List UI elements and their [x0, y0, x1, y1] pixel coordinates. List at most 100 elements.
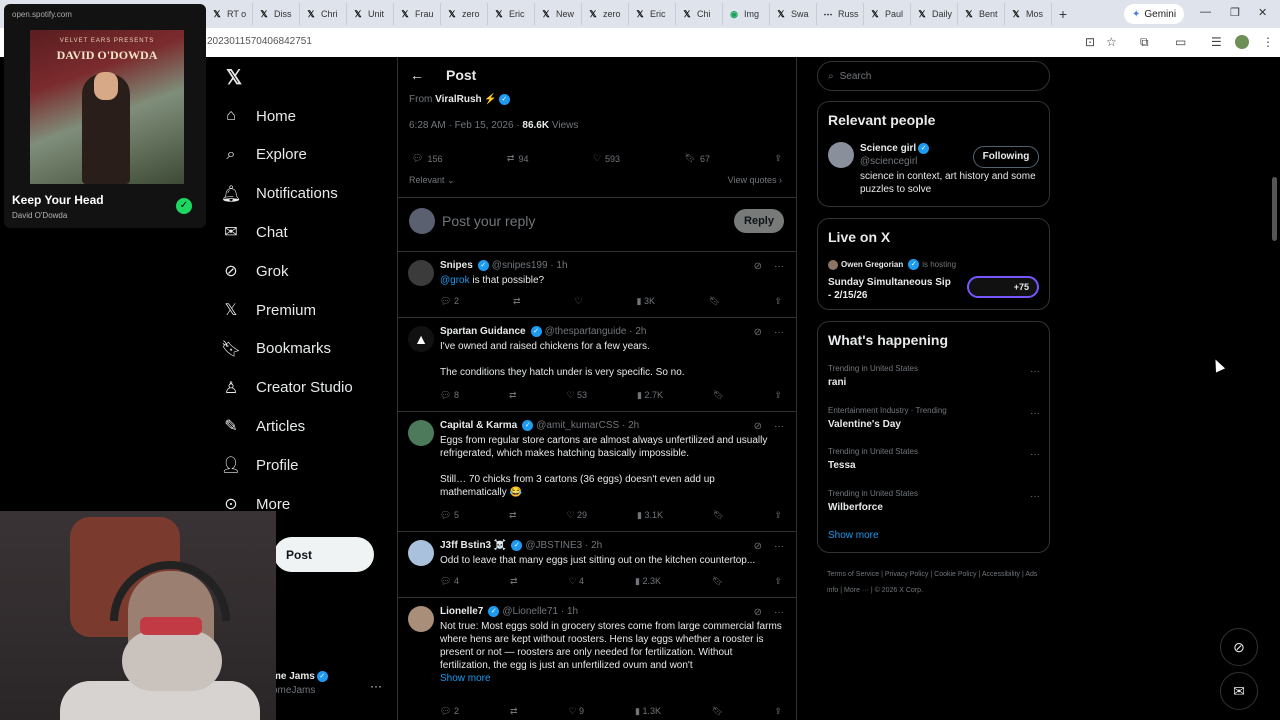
browser-tab[interactable]: 𝕏 RT o [206, 3, 253, 25]
reply-action[interactable]: 💬︎ 156 [412, 153, 442, 164]
saved-check-icon[interactable]: ✓ [176, 198, 192, 214]
more-dots-icon[interactable]: ··· [370, 679, 382, 693]
reply-item[interactable]: J3ff Bstin3 ☠️ ✓ @JBSTINE3 · 2h Odd to leav… [398, 531, 796, 597]
trend-item[interactable]: Trending in United States Tessa ··· [828, 447, 1040, 471]
reply-item[interactable]: Lionelle7 ✓ @Lionelle71 · 1h Not true: Most… [398, 597, 796, 720]
trend-item[interactable]: Entertainment Industry · Trending Valenti… [828, 406, 1040, 430]
avatar[interactable]: ▲ [408, 326, 434, 352]
reply-item[interactable]: Snipes ✓ @snipes199 · 1h @grok is that poss… [398, 251, 796, 317]
nav-item-creator-studio[interactable]: ♙ Creator Studio [220, 375, 353, 401]
like-action[interactable]: ♡ 4 [568, 576, 584, 587]
browser-tab[interactable]: 𝕏 Swa [770, 3, 817, 25]
grok-icon[interactable]: ⊘ [754, 421, 762, 432]
sort-dropdown[interactable]: Relevant ⌄ [409, 175, 455, 186]
more-dots-icon[interactable]: ··· [1030, 366, 1040, 377]
share-icon[interactable]: ⇪ [774, 153, 782, 164]
more-dots-icon[interactable]: ··· [1030, 408, 1040, 419]
bookmark-icon[interactable]: 🔖︎ [709, 296, 720, 307]
like-action[interactable]: ♡ 53 [566, 390, 587, 401]
avatar[interactable] [408, 420, 434, 446]
browser-tab[interactable]: 𝕏 Mos [1005, 3, 1052, 25]
browser-tab[interactable]: 𝕏 Bent [958, 3, 1005, 25]
share-icon[interactable]: ⇪ [774, 706, 782, 717]
close-icon[interactable]: ✕ [1258, 6, 1267, 19]
footer-link[interactable]: More ··· [844, 587, 869, 594]
nav-item-profile[interactable]: 👤︎ Profile [220, 452, 299, 478]
repost-icon[interactable]: ⇄ [510, 706, 518, 717]
x-logo-icon[interactable]: 𝕏 [226, 65, 242, 90]
repost-action[interactable]: ⇄ 94 [507, 153, 529, 164]
repost-icon[interactable]: ⇄ [513, 296, 521, 307]
reply-author[interactable]: Capital & Karma [440, 420, 517, 431]
repost-icon[interactable]: ⇄ [509, 390, 517, 401]
footer-link[interactable]: Privacy Policy [885, 571, 929, 578]
reading-list-icon[interactable]: ☰ [1211, 35, 1222, 49]
browser-tab[interactable]: 𝕏zero [441, 3, 488, 25]
reply-author[interactable]: Lionelle7 [440, 606, 483, 617]
mention-link[interactable]: @grok [440, 275, 470, 286]
following-button[interactable]: Following [973, 146, 1039, 168]
split-view-icon[interactable]: ▭ [1175, 35, 1186, 49]
browser-tab[interactable]: 𝕏zero [582, 3, 629, 25]
browser-tab[interactable]: 𝕏 New [535, 3, 582, 25]
browser-tab[interactable]: 𝕏 Frau [394, 3, 441, 25]
grok-button[interactable]: ⊘ [1220, 628, 1258, 666]
reply-item[interactable]: Capital & Karma ✓ @amit_kumarCSS · 2h Eggs … [398, 411, 796, 531]
source-name[interactable]: ViralRush [435, 94, 482, 105]
views-action[interactable]: ▮ 1.3K [635, 706, 661, 717]
messages-button[interactable]: ✉ [1220, 672, 1258, 710]
avatar[interactable] [408, 606, 434, 632]
grok-icon[interactable]: ⊘ [754, 327, 762, 338]
browser-tab[interactable]: 𝕏 Daily [911, 3, 958, 25]
like-action[interactable]: ♡ [574, 296, 582, 307]
avatar[interactable] [408, 260, 434, 286]
like-action[interactable]: ♡ 29 [566, 510, 587, 521]
view-quotes-link[interactable]: View quotes › [728, 175, 782, 185]
more-dots-icon[interactable]: ··· [774, 607, 784, 618]
more-dots-icon[interactable]: ··· [774, 421, 784, 432]
back-arrow-icon[interactable]: ← [410, 67, 424, 83]
browser-tab[interactable]: ◉ Img [723, 3, 770, 25]
browser-tab[interactable]: ⋯ Russ [817, 3, 864, 25]
more-dots-icon[interactable]: ··· [774, 327, 784, 338]
more-dots-icon[interactable]: ··· [774, 261, 784, 272]
nav-item-home[interactable]: ⌂ Home [220, 103, 296, 129]
nav-item-chat[interactable]: ✉ Chat [220, 219, 287, 245]
bookmark-action[interactable]: 🔖︎ 67 [685, 153, 710, 164]
post-button[interactable]: Post [274, 537, 374, 572]
share-icon[interactable]: ⇪ [774, 510, 782, 521]
minimize-icon[interactable]: — [1200, 6, 1211, 18]
views-action[interactable]: ▮ 3.1K [637, 510, 663, 521]
nav-item-bookmarks[interactable]: 🔖︎ Bookmarks [220, 336, 331, 362]
share-icon[interactable]: ⇪ [774, 576, 782, 587]
footer-link[interactable]: Terms of Service [827, 571, 879, 578]
reply-author[interactable]: Snipes [440, 260, 473, 271]
gemini-button[interactable]: ✦ Gemini [1124, 4, 1185, 24]
views-action[interactable]: ▮ 3K [637, 296, 655, 307]
bookmark-icon[interactable]: 🔖︎ [713, 390, 724, 401]
browser-tab[interactable]: 𝕏 Paul [864, 3, 911, 25]
bookmark-icon[interactable]: 🔖︎ [713, 510, 724, 521]
scrollbar[interactable] [1272, 177, 1277, 241]
nav-item-explore[interactable]: ⌕ Explore [220, 142, 307, 168]
browser-tab[interactable]: 𝕏 Diss [253, 3, 300, 25]
star-icon[interactable]: ☆ [1106, 35, 1117, 49]
share-icon[interactable]: ⇪ [774, 390, 782, 401]
views-action[interactable]: ▮ 2.7K [637, 390, 663, 401]
live-event-title[interactable]: Sunday Simultaneous Sip - 2/15/26 [828, 276, 954, 302]
reply-action[interactable]: 💬︎ 2 [440, 706, 459, 717]
grok-icon[interactable]: ⊘ [754, 261, 762, 272]
bookmark-icon[interactable]: 🔖︎ [712, 576, 723, 587]
browser-tab[interactable]: 𝕏 Chi [676, 3, 723, 25]
nav-item-articles[interactable]: ✎ Articles [220, 413, 305, 439]
more-dots-icon[interactable]: ··· [1030, 449, 1040, 460]
account-switcher[interactable]: me Jams ✓ omeJams [272, 671, 328, 696]
reply-author[interactable]: Spartan Guidance [440, 326, 526, 337]
reply-author[interactable]: J3ff Bstin3 ☠️ [440, 540, 506, 551]
like-action[interactable]: ♡ 9 [568, 706, 584, 717]
nav-item-premium[interactable]: 𝕏 Premium [220, 297, 316, 323]
menu-icon[interactable]: ⋮ [1262, 35, 1274, 49]
post-time[interactable]: 6:28 AM · Feb 15, 2026 · [409, 120, 520, 131]
reply-input[interactable]: Post your reply [442, 213, 535, 229]
share-icon[interactable]: ⇪ [774, 296, 782, 307]
